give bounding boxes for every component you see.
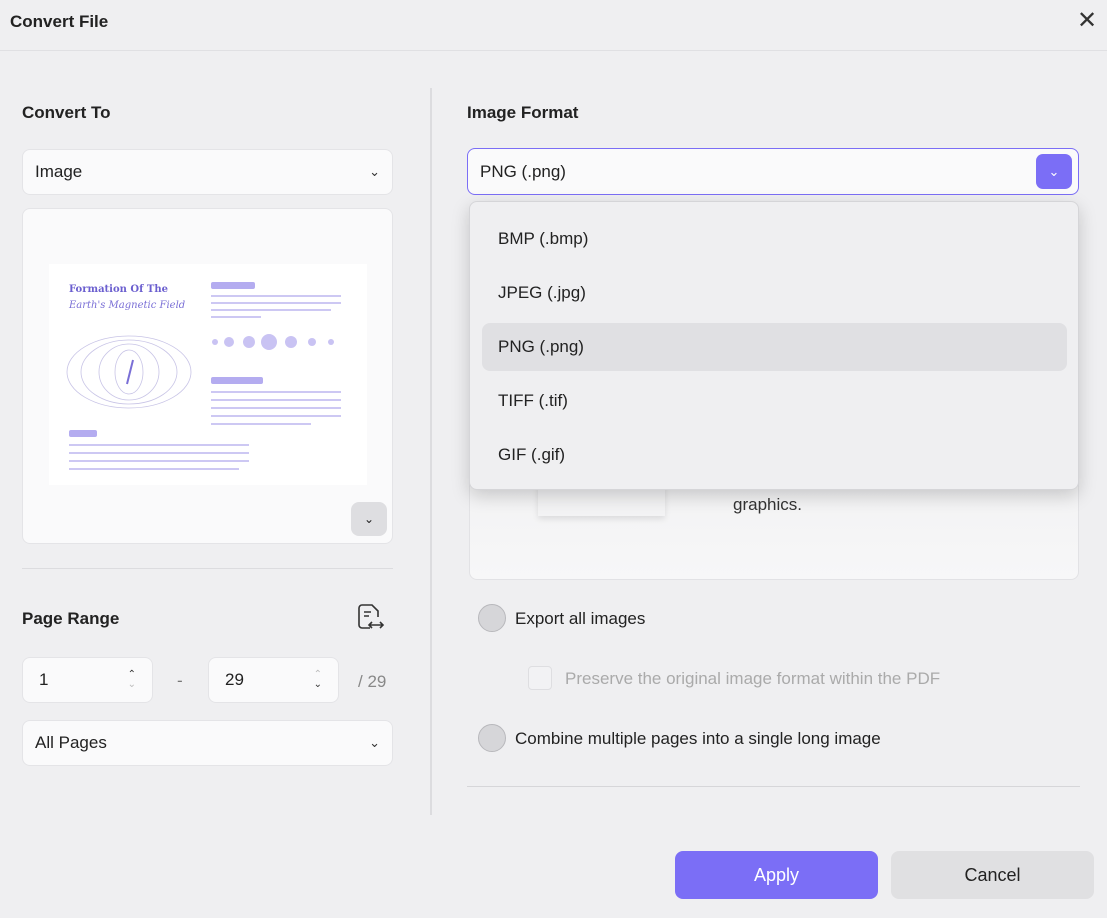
chevron-down-icon: ⌄ [363,512,375,526]
chevron-down-icon: ⌄ [369,735,380,750]
image-format-value: PNG (.png) [480,161,566,181]
format-option-jpeg[interactable]: JPEG (.jpg) [482,269,1067,317]
thumbnail-subtitle: Earth's Magnetic Field [69,300,186,311]
page-range-swap-icon[interactable] [356,603,386,633]
page-total: / 29 [358,672,387,691]
page-range-value: All Pages [35,733,107,752]
planets-graphic [212,334,334,350]
convert-to-heading: Convert To [22,103,111,122]
combine-pages-radio[interactable] [478,724,506,752]
image-format-heading: Image Format [467,103,579,122]
image-format-select[interactable]: PNG (.png) [467,148,1079,195]
convert-to-value: Image [35,162,83,181]
format-description-text: graphics. [733,495,802,514]
header-divider [0,50,1107,51]
format-option-gif[interactable]: GIF (.gif) [482,431,1067,479]
page-range-heading: Page Range [22,609,120,628]
preserve-format-checkbox[interactable] [528,666,552,690]
page-range-select[interactable]: All Pages ⌄ [22,720,393,766]
thumbnail-title: Formation Of The [69,284,168,295]
page-from-input[interactable]: 1 ⌃ ⌄ [22,657,153,703]
decrement-icon[interactable]: ⌄ [314,680,322,690]
page-thumbnail: Formation Of The Earth's Magnetic Field [49,264,367,485]
cancel-button[interactable]: Cancel [891,851,1094,899]
export-all-radio[interactable] [478,604,506,632]
export-all-label: Export all images [515,609,646,628]
dialog-title: Convert File [10,12,109,31]
format-option-bmp[interactable]: BMP (.bmp) [482,215,1067,263]
panel-divider [430,88,432,815]
page-from-value: 1 [39,670,49,689]
decrement-icon[interactable]: ⌄ [128,680,136,690]
convert-to-select[interactable]: Image ⌄ [22,149,393,195]
apply-button[interactable]: Apply [675,851,878,899]
chevron-down-icon: ⌄ [1048,163,1060,179]
right-divider [467,786,1080,787]
format-option-png[interactable]: PNG (.png) [482,323,1067,371]
dropdown-toggle-button[interactable]: ⌄ [1036,154,1072,189]
combine-pages-label: Combine multiple pages into a single lon… [515,729,881,748]
page-to-value: 29 [225,670,244,689]
expand-preview-button[interactable]: ⌄ [351,502,387,536]
page-to-input[interactable]: 29 ⌃ ⌄ [208,657,339,703]
format-option-tiff[interactable]: TIFF (.tif) [482,377,1067,425]
chevron-down-icon: ⌄ [369,164,380,179]
preserve-format-label: Preserve the original image format withi… [565,669,941,688]
left-divider [22,568,393,569]
close-icon[interactable]: ✕ [1074,8,1100,34]
image-format-menu: BMP (.bmp) JPEG (.jpg) PNG (.png) TIFF (… [469,201,1079,490]
range-separator: - [177,671,183,690]
magnetic-field-diagram [66,335,192,409]
